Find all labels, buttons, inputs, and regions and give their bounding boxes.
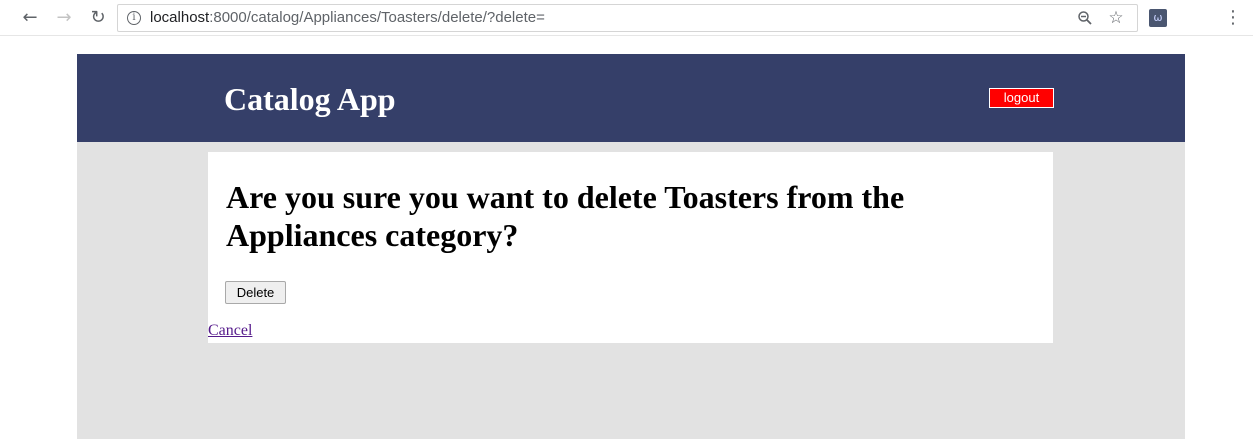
info-icon[interactable]: i	[127, 11, 141, 25]
zoom-out-icon[interactable]	[1077, 10, 1093, 26]
kebab-menu-icon[interactable]: ⋮	[1224, 8, 1242, 28]
confirm-heading: Are you sure you want to delete Toasters…	[226, 179, 905, 253]
url-host: localhost	[150, 9, 210, 26]
url-path: :8000/catalog/Appliances/Toasters/delete…	[209, 9, 545, 26]
browser-toolbar: ← → ↻ i localhost:8000/catalog/Appliance…	[0, 0, 1253, 36]
address-bar[interactable]: i localhost:8000/catalog/Appliances/Toas…	[117, 4, 1138, 32]
back-arrow-icon[interactable]: ←	[20, 8, 40, 28]
confirm-card: Are you sure you want to delete Toasters…	[208, 152, 1053, 343]
logout-button[interactable]: logout	[989, 88, 1054, 108]
cancel-link[interactable]: Cancel	[208, 322, 252, 340]
reload-icon[interactable]: ↻	[88, 8, 108, 28]
extension-icon[interactable]: ω	[1149, 9, 1167, 27]
delete-button[interactable]: Delete	[225, 281, 286, 304]
star-icon[interactable]: ☆	[1107, 9, 1125, 27]
app-title: Catalog App	[224, 81, 396, 117]
zoom-out-icon-graphic	[1078, 11, 1092, 25]
url-text[interactable]: localhost:8000/catalog/Appliances/Toaste…	[150, 5, 545, 31]
forward-arrow-icon[interactable]: →	[54, 8, 74, 28]
site-header: Catalog App logout	[77, 54, 1185, 142]
page-background: Catalog App logout Are you sure you want…	[77, 54, 1185, 439]
